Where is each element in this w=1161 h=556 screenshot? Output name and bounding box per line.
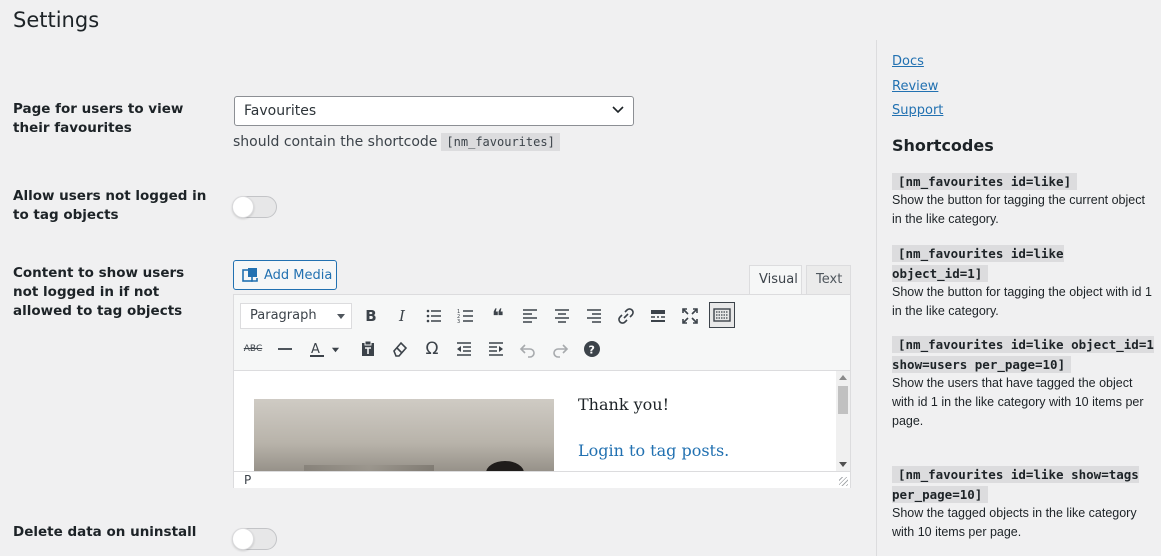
favourites-page-hint: should contain the shortcode [nm_favourit… [233, 133, 560, 151]
favourites-page-select[interactable]: Favourites [234, 96, 634, 126]
bullet-list-icon[interactable] [421, 303, 447, 329]
align-center-icon[interactable] [549, 303, 575, 329]
paste-text-icon[interactable] [355, 336, 381, 362]
align-right-icon[interactable] [581, 303, 607, 329]
shortcode-code: [nm_favourites id=like show=tags per_pag… [892, 466, 1139, 503]
svg-text:3: 3 [457, 319, 460, 325]
hint-shortcode: [nm_favourites] [441, 133, 560, 151]
format-select[interactable]: Paragraph [240, 303, 352, 329]
strikethrough-icon[interactable]: ABC [240, 336, 266, 362]
docs-link[interactable]: Docs [892, 54, 924, 69]
fullscreen-icon[interactable] [677, 303, 703, 329]
numbered-list-icon[interactable]: 123 [453, 303, 479, 329]
special-character-icon[interactable]: Ω [419, 336, 445, 362]
editor-statusbar: P [234, 471, 850, 488]
shortcode-desc: Show the button for tagging the object w… [892, 285, 1152, 318]
toolbar-toggle-icon[interactable] [709, 302, 735, 328]
delete-data-label: Delete data on uninstall [13, 524, 197, 540]
blockquote-icon[interactable]: ❝ [485, 303, 511, 329]
page-title: Settings [13, 8, 100, 32]
element-path[interactable]: P [244, 473, 251, 487]
shortcode-code: [nm_favourites id=like object_id=1] [892, 245, 1064, 282]
content-thank-you: Thank you! [578, 395, 670, 414]
content-login-link[interactable]: Login to tag posts. [578, 441, 729, 460]
text-color-icon[interactable]: A [304, 336, 330, 362]
favourites-page-label: Page for users to view their favourites [13, 101, 184, 136]
editor-scrollbar[interactable] [836, 370, 850, 471]
text-color-dropdown-icon[interactable] [328, 336, 342, 362]
scroll-thumb[interactable] [838, 386, 848, 414]
scroll-down-icon[interactable] [839, 462, 847, 467]
delete-data-toggle[interactable] [232, 528, 277, 550]
hint-text: should contain the shortcode [233, 134, 438, 150]
italic-icon[interactable]: I [389, 303, 415, 329]
indent-icon[interactable] [483, 336, 509, 362]
bold-icon[interactable]: B [358, 303, 384, 329]
svg-text:?: ? [589, 344, 595, 357]
guest-content-label: Content to show users not logged in if n… [13, 265, 185, 319]
align-left-icon[interactable] [517, 303, 543, 329]
scroll-up-icon[interactable] [839, 375, 847, 380]
link-icon[interactable] [613, 303, 639, 329]
tab-visual[interactable]: Visual [749, 265, 802, 295]
svg-text:A: A [311, 342, 320, 357]
shortcode-item: [nm_favourites id=like show=tags per_pag… [892, 464, 1154, 542]
read-more-icon[interactable] [645, 303, 671, 329]
support-link[interactable]: Support [892, 103, 943, 118]
redo-icon[interactable] [547, 336, 573, 362]
add-media-button[interactable]: Add Media [233, 260, 337, 290]
resize-handle-icon[interactable] [839, 477, 848, 486]
format-select-value: Paragraph [250, 308, 317, 323]
editor-content-area[interactable]: Thank you! Login to tag posts. [234, 370, 836, 471]
sidebar: Docs Review Support Shortcodes [nm_favou… [876, 40, 1161, 556]
shortcode-item: [nm_favourites id=like object_id=1 show=… [892, 334, 1154, 431]
review-link[interactable]: Review [892, 79, 938, 94]
add-media-label: Add Media [264, 267, 333, 283]
help-icon[interactable]: ? [579, 336, 605, 362]
shortcode-item: [nm_favourites id=like] Show the button … [892, 171, 1154, 229]
undo-icon[interactable] [515, 336, 541, 362]
media-icon [242, 267, 258, 282]
clear-formatting-icon[interactable] [387, 336, 413, 362]
shortcode-desc: Show the users that have tagged the obje… [892, 376, 1144, 428]
shortcode-code: [nm_favourites id=like object_id=1 show=… [892, 336, 1154, 373]
content-editor: Paragraph B I 123 ❝ ABC A Ω ? Thank you!… [233, 294, 851, 488]
image-figure [486, 461, 524, 471]
toggle-knob [232, 528, 254, 550]
tab-text[interactable]: Text [806, 265, 851, 295]
allow-guests-toggle[interactable] [232, 196, 277, 218]
outdent-icon[interactable] [451, 336, 477, 362]
shortcode-desc: Show the tagged objects in the like cate… [892, 506, 1137, 539]
allow-guests-label: Allow users not logged in to tag objects [13, 188, 207, 223]
shortcode-desc: Show the button for tagging the current … [892, 193, 1145, 226]
content-image [254, 399, 554, 471]
shortcode-item: [nm_favourites id=like object_id=1] Show… [892, 243, 1154, 321]
shortcodes-heading: Shortcodes [892, 136, 994, 155]
chevron-down-icon [612, 106, 624, 114]
toggle-knob [232, 196, 254, 218]
shortcode-code: [nm_favourites id=like] [892, 173, 1078, 190]
favourites-page-select-value: Favourites [244, 103, 317, 119]
horizontal-line-icon[interactable] [272, 336, 298, 362]
caret-down-icon [337, 314, 345, 319]
